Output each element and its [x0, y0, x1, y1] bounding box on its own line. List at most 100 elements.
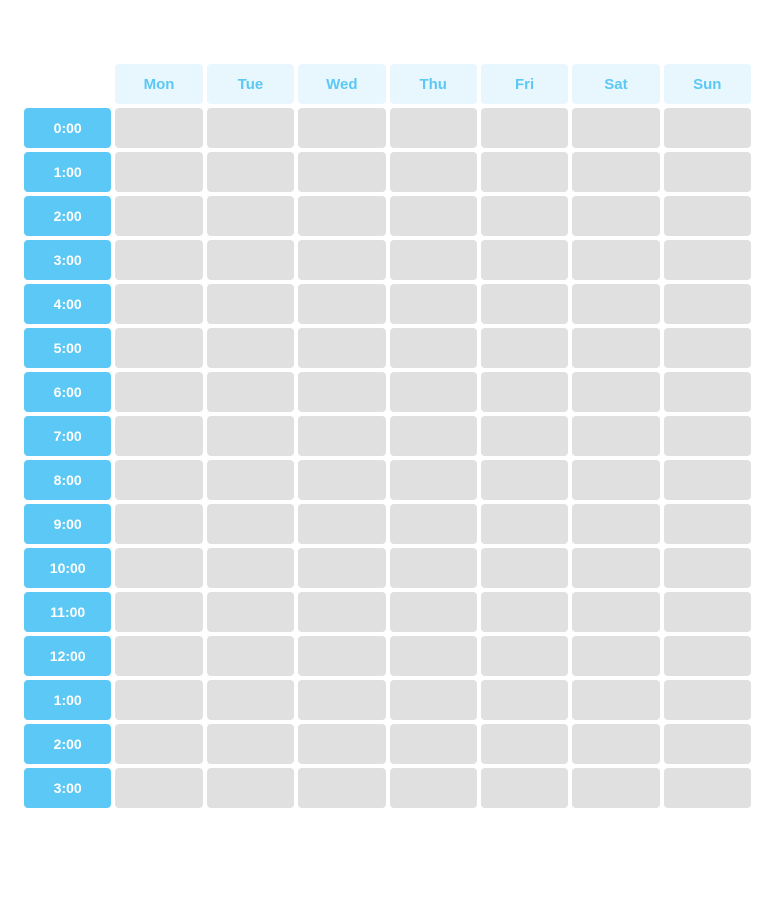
day-cell[interactable] [664, 680, 751, 720]
day-cell[interactable] [664, 108, 751, 148]
day-cell[interactable] [664, 372, 751, 412]
day-cell[interactable] [572, 768, 659, 808]
day-cell[interactable] [481, 504, 568, 544]
day-cell[interactable] [115, 416, 202, 456]
day-cell[interactable] [664, 768, 751, 808]
day-cell[interactable] [664, 152, 751, 192]
day-cell[interactable] [481, 548, 568, 588]
day-cell[interactable] [390, 548, 477, 588]
day-cell[interactable] [115, 504, 202, 544]
day-cell[interactable] [390, 152, 477, 192]
day-cell[interactable] [481, 636, 568, 676]
day-cell[interactable] [298, 504, 385, 544]
day-cell[interactable] [207, 284, 294, 324]
day-cell[interactable] [664, 724, 751, 764]
day-cell[interactable] [298, 328, 385, 368]
day-cell[interactable] [298, 372, 385, 412]
day-cell[interactable] [572, 460, 659, 500]
day-cell[interactable] [572, 724, 659, 764]
day-cell[interactable] [115, 240, 202, 280]
day-cell[interactable] [115, 152, 202, 192]
day-cell[interactable] [115, 372, 202, 412]
day-cell[interactable] [481, 240, 568, 280]
day-cell[interactable] [390, 328, 477, 368]
day-cell[interactable] [664, 504, 751, 544]
day-cell[interactable] [298, 460, 385, 500]
day-cell[interactable] [481, 592, 568, 632]
day-cell[interactable] [390, 108, 477, 148]
day-cell[interactable] [298, 768, 385, 808]
day-cell[interactable] [115, 328, 202, 368]
day-cell[interactable] [572, 592, 659, 632]
day-cell[interactable] [664, 196, 751, 236]
day-cell[interactable] [481, 416, 568, 456]
day-cell[interactable] [664, 592, 751, 632]
day-cell[interactable] [481, 372, 568, 412]
day-cell[interactable] [572, 328, 659, 368]
day-cell[interactable] [481, 284, 568, 324]
day-cell[interactable] [298, 680, 385, 720]
day-cell[interactable] [207, 460, 294, 500]
day-cell[interactable] [207, 416, 294, 456]
day-cell[interactable] [115, 592, 202, 632]
day-cell[interactable] [572, 548, 659, 588]
day-cell[interactable] [481, 768, 568, 808]
day-cell[interactable] [664, 284, 751, 324]
day-cell[interactable] [298, 196, 385, 236]
day-cell[interactable] [115, 680, 202, 720]
day-cell[interactable] [207, 504, 294, 544]
day-cell[interactable] [390, 284, 477, 324]
day-cell[interactable] [207, 196, 294, 236]
day-cell[interactable] [481, 108, 568, 148]
day-cell[interactable] [115, 768, 202, 808]
day-cell[interactable] [572, 196, 659, 236]
day-cell[interactable] [298, 592, 385, 632]
day-cell[interactable] [664, 460, 751, 500]
day-cell[interactable] [207, 108, 294, 148]
day-cell[interactable] [481, 152, 568, 192]
day-cell[interactable] [298, 724, 385, 764]
day-cell[interactable] [481, 680, 568, 720]
day-cell[interactable] [115, 108, 202, 148]
day-cell[interactable] [298, 152, 385, 192]
day-cell[interactable] [115, 284, 202, 324]
day-cell[interactable] [207, 328, 294, 368]
day-cell[interactable] [572, 504, 659, 544]
day-cell[interactable] [481, 196, 568, 236]
day-cell[interactable] [298, 240, 385, 280]
day-cell[interactable] [298, 416, 385, 456]
day-cell[interactable] [207, 592, 294, 632]
day-cell[interactable] [390, 636, 477, 676]
day-cell[interactable] [572, 152, 659, 192]
day-cell[interactable] [572, 416, 659, 456]
day-cell[interactable] [298, 284, 385, 324]
day-cell[interactable] [298, 548, 385, 588]
day-cell[interactable] [390, 196, 477, 236]
day-cell[interactable] [207, 768, 294, 808]
day-cell[interactable] [115, 724, 202, 764]
day-cell[interactable] [572, 636, 659, 676]
day-cell[interactable] [481, 460, 568, 500]
day-cell[interactable] [390, 240, 477, 280]
day-cell[interactable] [115, 460, 202, 500]
day-cell[interactable] [664, 416, 751, 456]
day-cell[interactable] [390, 372, 477, 412]
day-cell[interactable] [207, 636, 294, 676]
day-cell[interactable] [390, 416, 477, 456]
day-cell[interactable] [115, 196, 202, 236]
day-cell[interactable] [664, 328, 751, 368]
day-cell[interactable] [115, 636, 202, 676]
day-cell[interactable] [207, 372, 294, 412]
day-cell[interactable] [298, 108, 385, 148]
day-cell[interactable] [390, 724, 477, 764]
day-cell[interactable] [207, 240, 294, 280]
day-cell[interactable] [390, 504, 477, 544]
day-cell[interactable] [390, 680, 477, 720]
day-cell[interactable] [207, 152, 294, 192]
day-cell[interactable] [664, 240, 751, 280]
day-cell[interactable] [481, 724, 568, 764]
day-cell[interactable] [572, 284, 659, 324]
day-cell[interactable] [207, 724, 294, 764]
day-cell[interactable] [572, 108, 659, 148]
day-cell[interactable] [390, 460, 477, 500]
